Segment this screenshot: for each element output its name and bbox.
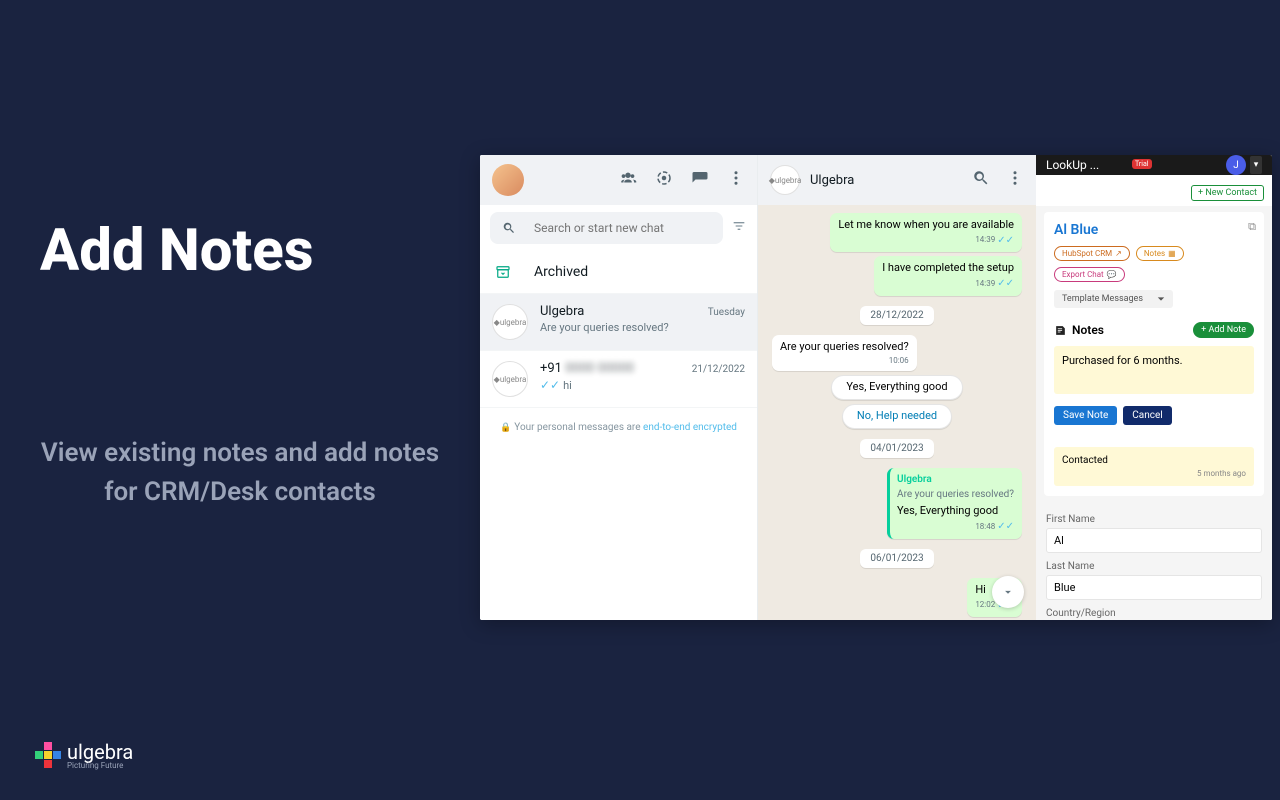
first-name-input[interactable] <box>1046 528 1262 553</box>
chat-avatar: ◆ulgebra <box>492 361 528 397</box>
message-out-quoted[interactable]: Ulgebra Are your queries resolved? Yes, … <box>887 468 1022 539</box>
save-note-button[interactable]: Save Note <box>1054 406 1117 425</box>
tag-hubspot[interactable]: HubSpot CRM ↗ <box>1054 246 1130 261</box>
hero-subtitle: View existing notes and add notes for CR… <box>40 434 440 512</box>
contact-fields: First Name Last Name Country/Region <box>1036 502 1272 620</box>
open-external-icon[interactable]: ⧉ <box>1248 220 1256 234</box>
chat-search-icon[interactable] <box>972 169 990 191</box>
note-item[interactable]: Contacted 5 months ago <box>1054 447 1254 486</box>
chat-avatar: ◆ulgebra <box>492 304 528 340</box>
quick-reply-button[interactable]: Yes, Everything good <box>831 375 962 400</box>
chat-menu-icon[interactable] <box>1006 169 1024 191</box>
date-separator: 04/01/2023 <box>860 439 933 458</box>
communities-icon[interactable] <box>619 169 637 191</box>
note-icon: ▦ <box>1168 249 1176 258</box>
date-separator: 06/01/2023 <box>860 549 933 568</box>
user-avatar[interactable]: J <box>1226 155 1246 175</box>
status-icon[interactable] <box>655 169 673 191</box>
message-out[interactable]: I have completed the setup 14:39✓✓ <box>874 256 1022 295</box>
last-name-input[interactable] <box>1046 575 1262 600</box>
encryption-notice: 🔒Your personal messages are end-to-end e… <box>480 408 757 447</box>
quick-reply-button[interactable]: No, Help needed <box>842 404 952 429</box>
search-input[interactable] <box>534 221 711 235</box>
tag-notes[interactable]: Notes ▦ <box>1136 246 1184 261</box>
filter-icon[interactable] <box>731 218 747 238</box>
last-name-label: Last Name <box>1046 561 1262 572</box>
chat-header-avatar[interactable]: ◆ulgebra <box>770 165 800 195</box>
chat-time: 21/12/2022 <box>692 364 745 375</box>
message-in[interactable]: Are your queries resolved? 10:06 <box>772 335 917 372</box>
encryption-link[interactable]: end-to-end encrypted <box>643 422 737 433</box>
archived-row[interactable]: Archived <box>480 251 757 294</box>
first-name-label: First Name <box>1046 514 1262 525</box>
user-menu-toggle[interactable]: ▾ <box>1250 156 1262 174</box>
brand-logo: ulgebra Picturing Future <box>35 740 133 770</box>
new-chat-icon[interactable] <box>691 169 709 191</box>
lock-icon: 🔒 <box>500 423 511 433</box>
search-box[interactable] <box>490 212 723 244</box>
chat-item-ulgebra[interactable]: ◆ulgebra Ulgebra Tuesday Are your querie… <box>480 294 757 351</box>
note-text: Contacted <box>1062 455 1108 466</box>
new-contact-button[interactable]: + New Contact <box>1191 185 1264 201</box>
menu-icon[interactable] <box>727 169 745 191</box>
archived-label: Archived <box>534 264 588 280</box>
profile-avatar[interactable] <box>492 164 524 196</box>
note-timestamp: 5 months ago <box>1062 469 1246 478</box>
chat-name: +91 0000 00000 <box>540 361 634 376</box>
template-messages-dropdown[interactable]: Template Messages <box>1054 290 1173 308</box>
add-note-button[interactable]: + Add Note <box>1193 322 1254 338</box>
lookup-panel: LookUp ... Trial J ▾ + New Contact ⧉ Al … <box>1036 155 1272 620</box>
date-separator: 28/12/2022 <box>860 306 933 325</box>
notes-heading: Notes <box>1054 323 1104 337</box>
search-icon <box>502 221 516 235</box>
chat-icon: 💬 <box>1107 270 1117 279</box>
chat-header: ◆ulgebra Ulgebra <box>758 155 1036 205</box>
trial-badge: Trial <box>1132 159 1152 169</box>
chat-preview: Are your queries resolved? <box>540 321 745 334</box>
chat-time: Tuesday <box>708 307 745 318</box>
lookup-header: LookUp ... Trial J ▾ <box>1036 155 1272 175</box>
contact-card: ⧉ Al Blue HubSpot CRM ↗ Notes ▦ Export C… <box>1044 212 1264 496</box>
lookup-title: LookUp ... <box>1046 158 1099 172</box>
archive-icon <box>494 263 512 281</box>
chat-list-panel: Archived ◆ulgebra Ulgebra Tuesday Are yo… <box>480 155 758 620</box>
chat-item-phone[interactable]: ◆ulgebra +91 0000 00000 21/12/2022 ✓✓hi <box>480 351 757 408</box>
cancel-note-button[interactable]: Cancel <box>1123 406 1171 425</box>
list-header <box>480 155 757 205</box>
chat-header-title[interactable]: Ulgebra <box>810 173 854 188</box>
country-label: Country/Region <box>1046 608 1262 619</box>
tag-export-chat[interactable]: Export Chat 💬 <box>1054 267 1125 282</box>
chevron-down-icon <box>1157 295 1165 303</box>
chat-preview: ✓✓hi <box>540 378 745 392</box>
contact-name[interactable]: Al Blue <box>1054 222 1254 238</box>
external-link-icon: ↗ <box>1115 249 1122 258</box>
chat-panel: ◆ulgebra Ulgebra Let me know when you ar… <box>758 155 1036 620</box>
app-window: Archived ◆ulgebra Ulgebra Tuesday Are yo… <box>480 155 1272 620</box>
brand-tagline: Picturing Future <box>67 761 133 770</box>
chat-name: Ulgebra <box>540 304 584 319</box>
notes-icon <box>1054 324 1067 337</box>
message-out[interactable]: Let me know when you are available 14:39… <box>830 213 1022 252</box>
note-textarea[interactable] <box>1054 346 1254 394</box>
scroll-down-button[interactable] <box>992 576 1024 608</box>
hero-title: Add Notes <box>40 220 440 284</box>
